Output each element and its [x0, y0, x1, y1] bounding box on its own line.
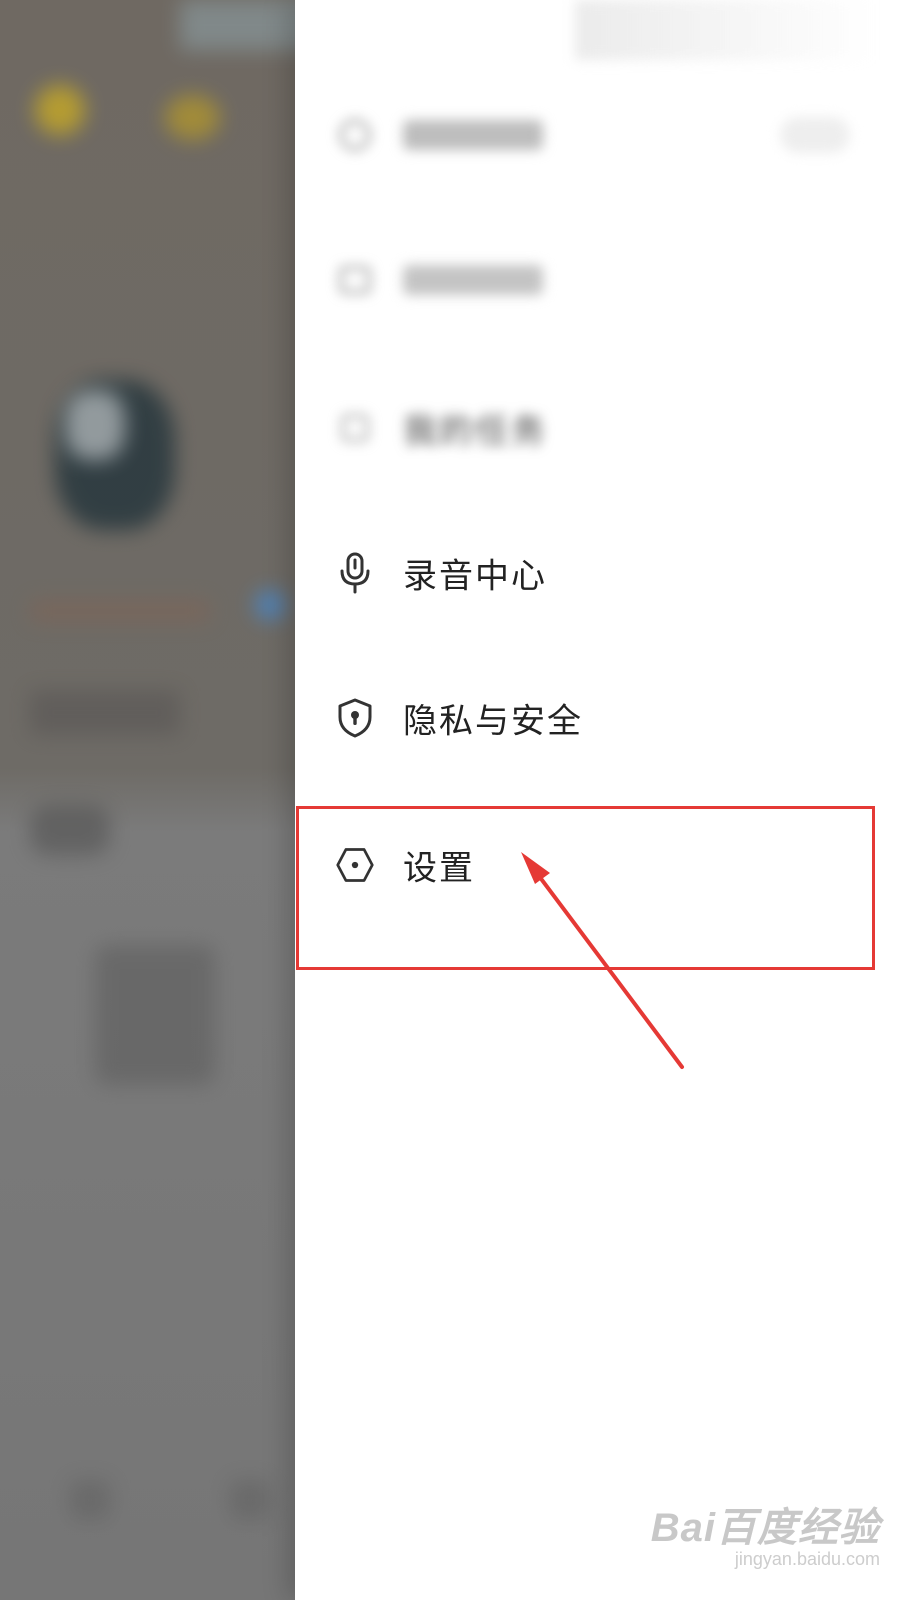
microphone-icon: [335, 552, 375, 594]
blurred-icon: [335, 260, 375, 300]
background-app[interactable]: [0, 0, 300, 1600]
background-text-bar: [30, 690, 180, 735]
menu-item-recording-center[interactable]: 录音中心: [295, 513, 900, 633]
blurred-pill: [780, 117, 850, 153]
background-tab-icon: [70, 1480, 110, 1520]
background-tab-icon: [230, 1480, 270, 1520]
blurred-text: [403, 120, 543, 150]
background-text-bar: [30, 600, 210, 622]
background-avatar-highlight: [65, 390, 125, 460]
menu-item-blurred-1[interactable]: [295, 75, 900, 195]
menu-item-label: 我的任务: [403, 411, 547, 452]
watermark-logo: Bai百度经验: [650, 1506, 880, 1550]
watermark: Bai百度经验 jingyan.baidu.com: [651, 1495, 880, 1570]
side-drawer: 我的任务 录音中心 隐私与安全 设置: [295, 0, 900, 1600]
gender-icon: [255, 590, 285, 620]
highlight-box: [296, 806, 875, 970]
background-icon: [165, 95, 220, 140]
menu-item-label: 隐私与安全: [403, 701, 583, 742]
background-icon: [35, 85, 85, 135]
menu-item-blurred-2[interactable]: [295, 220, 900, 340]
status-bar: [575, 0, 875, 60]
blurred-icon: [335, 408, 375, 448]
menu-item-label: 录音中心: [403, 556, 547, 597]
background-pill: [30, 805, 110, 855]
background-card: [95, 945, 215, 1085]
background-status-strip: [180, 0, 300, 50]
shield-lock-icon: [335, 698, 375, 738]
menu-item-privacy-security[interactable]: 隐私与安全: [295, 658, 900, 778]
blurred-text: [403, 265, 543, 295]
blurred-icon: [335, 115, 375, 155]
menu-item-my-tasks[interactable]: 我的任务: [295, 368, 900, 488]
